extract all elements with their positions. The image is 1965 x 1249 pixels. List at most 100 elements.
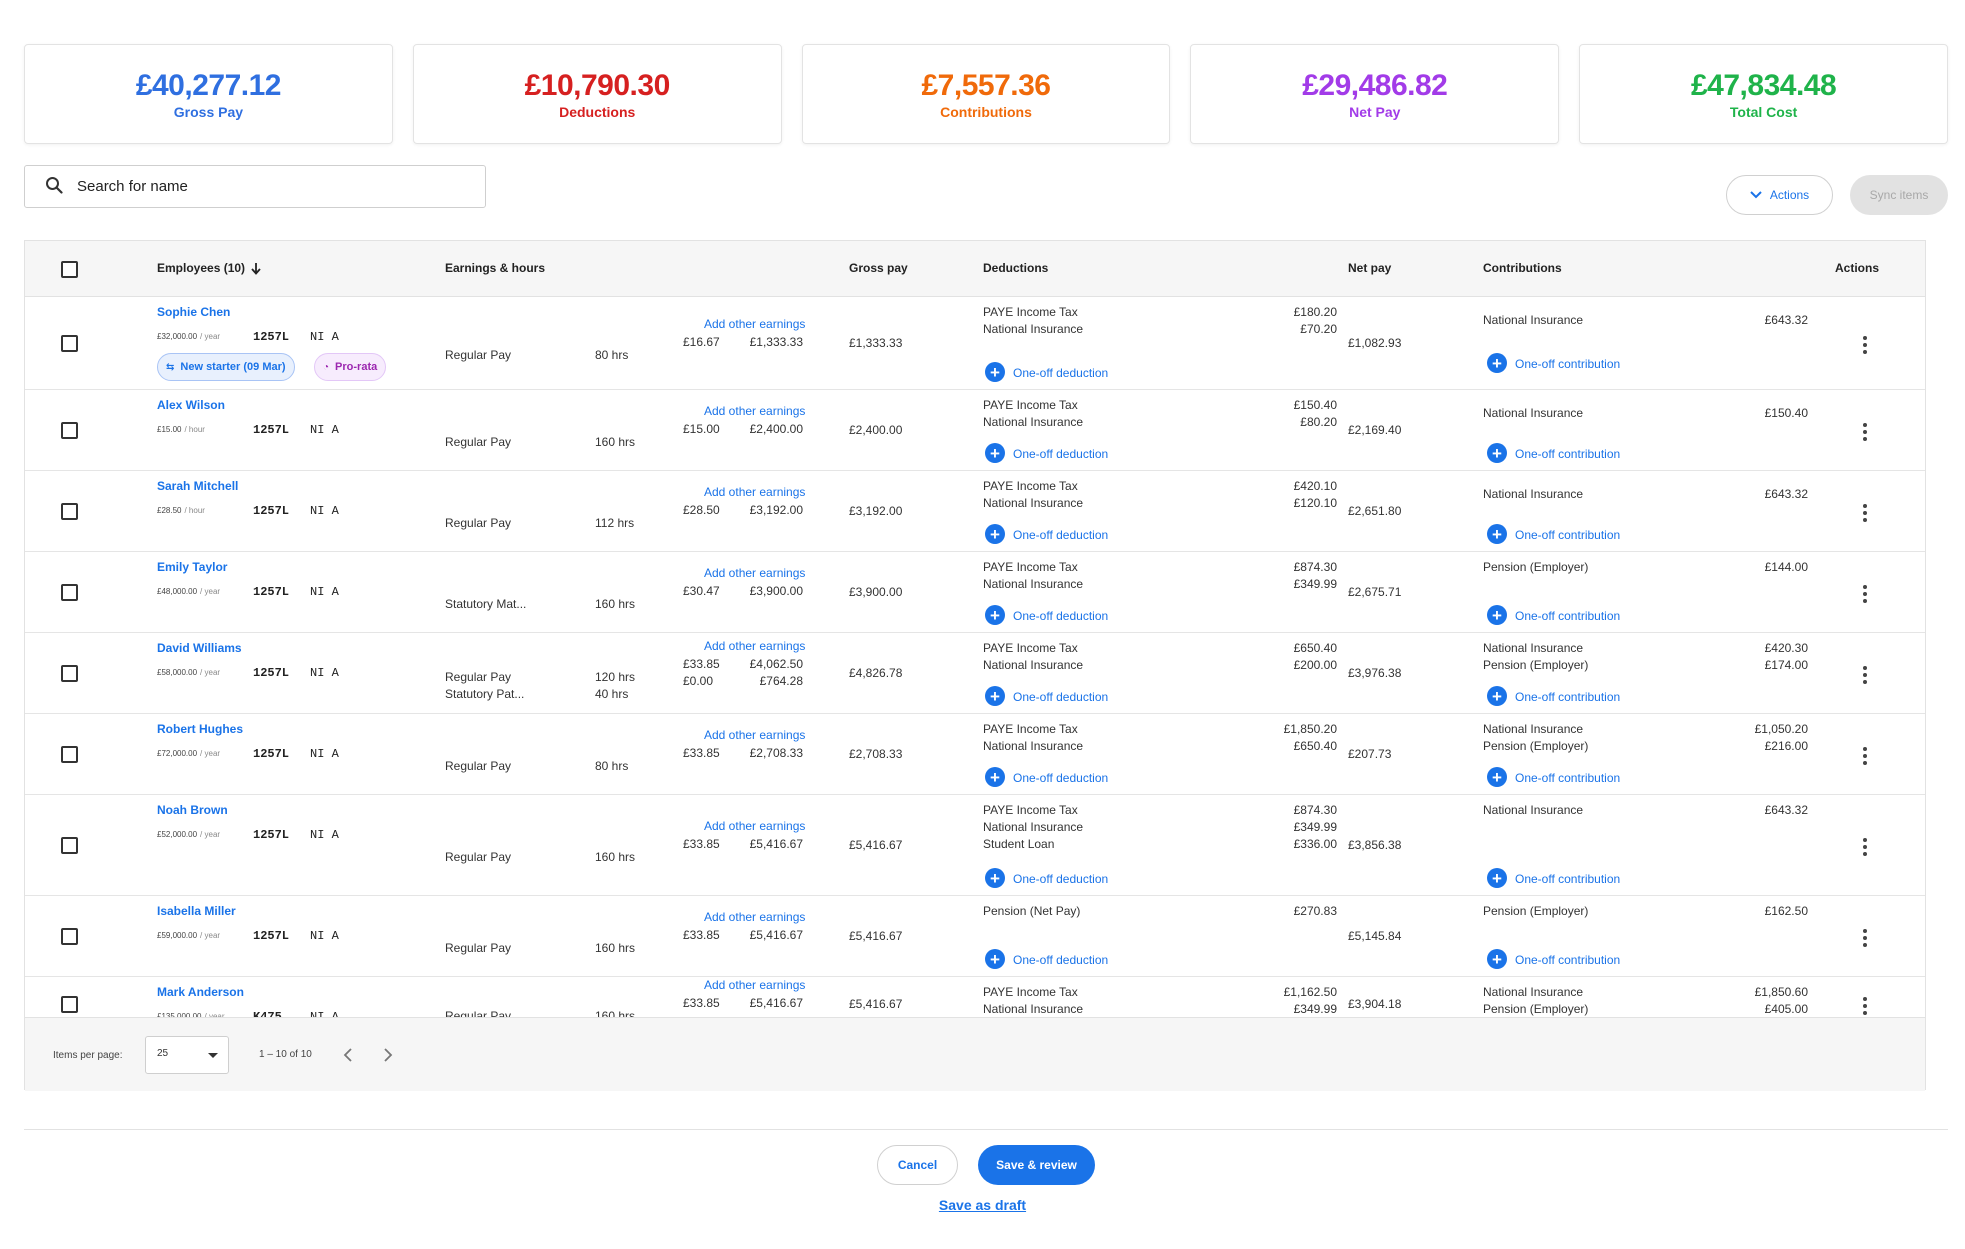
- tax-code: 1257L: [253, 929, 290, 943]
- gross-pay-value: £5,416.67: [849, 838, 903, 852]
- row-checkbox[interactable]: [61, 584, 78, 601]
- row-checkbox[interactable]: [61, 665, 78, 682]
- add-deduction-icon[interactable]: +: [985, 443, 1005, 463]
- table-row: Sarah Mitchell £28.50/ hour 1257L NI A Add o…: [25, 471, 1925, 552]
- new-starter-icon: ⇆: [166, 361, 175, 373]
- add-deduction-icon[interactable]: +: [985, 605, 1005, 625]
- one-off-contribution-link[interactable]: One-off contribution: [1515, 528, 1620, 542]
- one-off-deduction-link[interactable]: One-off deduction: [1013, 528, 1108, 542]
- search-input[interactable]: [77, 178, 457, 195]
- add-deduction-icon[interactable]: +: [985, 524, 1005, 544]
- one-off-deduction-link[interactable]: One-off deduction: [1013, 872, 1108, 886]
- contribution-name: National Insurance: [1483, 985, 1584, 999]
- add-other-earnings-link[interactable]: Add other earnings: [704, 910, 805, 924]
- employee-name-link[interactable]: Emily Taylor: [157, 560, 227, 574]
- add-other-earnings-link[interactable]: Add other earnings: [704, 317, 805, 331]
- add-contribution-icon[interactable]: +: [1487, 353, 1507, 373]
- add-contribution-icon[interactable]: +: [1487, 767, 1507, 787]
- row-more-options-icon[interactable]: [1863, 666, 1867, 684]
- row-more-options-icon[interactable]: [1863, 838, 1867, 856]
- row-more-options-icon[interactable]: [1863, 336, 1867, 354]
- add-other-earnings-link[interactable]: Add other earnings: [704, 639, 805, 653]
- one-off-deduction-link[interactable]: One-off deduction: [1013, 609, 1108, 623]
- one-off-contribution-link[interactable]: One-off contribution: [1515, 771, 1620, 785]
- contribution-name: National Insurance: [1483, 487, 1584, 501]
- gross-pay-card: £40,277.12 Gross Pay: [24, 44, 393, 144]
- earnings-hours: 160 hrs: [595, 850, 636, 864]
- one-off-contribution-link[interactable]: One-off contribution: [1515, 609, 1620, 623]
- one-off-contribution-link[interactable]: One-off contribution: [1515, 872, 1620, 886]
- tax-code: 1257L: [253, 423, 290, 437]
- add-contribution-icon[interactable]: +: [1487, 605, 1507, 625]
- row-more-options-icon[interactable]: [1863, 585, 1867, 603]
- add-contribution-icon[interactable]: +: [1487, 524, 1507, 544]
- add-contribution-icon[interactable]: +: [1487, 868, 1507, 888]
- search-box[interactable]: [24, 165, 486, 208]
- add-contribution-icon[interactable]: +: [1487, 949, 1507, 969]
- row-checkbox[interactable]: [61, 503, 78, 520]
- add-contribution-icon[interactable]: +: [1487, 443, 1507, 463]
- employee-name-link[interactable]: David Williams: [157, 641, 242, 655]
- add-deduction-icon[interactable]: +: [985, 767, 1005, 787]
- items-per-page-select[interactable]: 25: [145, 1036, 229, 1074]
- tax-code: 1257L: [253, 330, 290, 344]
- add-other-earnings-link[interactable]: Add other earnings: [704, 819, 805, 833]
- add-other-earnings-link[interactable]: Add other earnings: [704, 404, 805, 418]
- row-checkbox[interactable]: [61, 335, 78, 352]
- gross-pay-amount: £40,277.12: [135, 68, 282, 102]
- save-review-button[interactable]: Save & review: [978, 1145, 1095, 1185]
- save-as-draft-link[interactable]: Save as draft: [0, 1197, 1965, 1213]
- deduction-name: Pension (Net Pay): [983, 904, 1081, 918]
- employees-column-header[interactable]: Employees (10): [157, 261, 261, 275]
- cancel-button[interactable]: Cancel: [877, 1145, 958, 1185]
- add-contribution-icon[interactable]: +: [1487, 686, 1507, 706]
- one-off-contribution-link[interactable]: One-off contribution: [1515, 447, 1620, 461]
- net-pay-column-header: Net pay: [1348, 261, 1392, 275]
- add-other-earnings-link[interactable]: Add other earnings: [704, 566, 805, 580]
- row-checkbox[interactable]: [61, 928, 78, 945]
- one-off-contribution-link[interactable]: One-off contribution: [1515, 357, 1620, 371]
- employee-salary: £72,000.00/ year: [157, 749, 220, 758]
- row-more-options-icon[interactable]: [1863, 504, 1867, 522]
- employee-name-link[interactable]: Robert Hughes: [157, 722, 243, 736]
- row-checkbox[interactable]: [61, 422, 78, 439]
- employee-name-link[interactable]: Alex Wilson: [157, 398, 225, 412]
- one-off-deduction-link[interactable]: One-off deduction: [1013, 366, 1108, 380]
- deduction-amount: £336.00: [1293, 837, 1337, 851]
- row-more-options-icon[interactable]: [1863, 929, 1867, 947]
- row-checkbox[interactable]: [61, 837, 78, 854]
- employee-name-link[interactable]: Sarah Mitchell: [157, 479, 238, 493]
- ni-category: NI A: [310, 747, 339, 761]
- one-off-deduction-link[interactable]: One-off deduction: [1013, 447, 1108, 461]
- row-checkbox[interactable]: [61, 746, 78, 763]
- one-off-deduction-link[interactable]: One-off deduction: [1013, 771, 1108, 785]
- next-page-icon[interactable]: [383, 1048, 393, 1062]
- row-more-options-icon[interactable]: [1863, 423, 1867, 441]
- row-checkbox[interactable]: [61, 996, 78, 1013]
- row-more-options-icon[interactable]: [1863, 747, 1867, 765]
- add-deduction-icon[interactable]: +: [985, 949, 1005, 969]
- add-deduction-icon[interactable]: +: [985, 868, 1005, 888]
- one-off-contribution-link[interactable]: One-off contribution: [1515, 690, 1620, 704]
- one-off-contribution-link[interactable]: One-off contribution: [1515, 953, 1620, 967]
- earnings-amount: £764.28: [759, 674, 803, 688]
- row-more-options-icon[interactable]: [1863, 997, 1867, 1015]
- previous-page-icon[interactable]: [343, 1048, 353, 1062]
- contribution-amount: £405.00: [1764, 1002, 1808, 1016]
- employee-name-link[interactable]: Mark Anderson: [157, 985, 244, 999]
- one-off-deduction-link[interactable]: One-off deduction: [1013, 953, 1108, 967]
- add-deduction-icon[interactable]: +: [985, 686, 1005, 706]
- employee-name-link[interactable]: Sophie Chen: [157, 305, 230, 319]
- add-other-earnings-link[interactable]: Add other earnings: [704, 978, 805, 992]
- employee-name-link[interactable]: Isabella Miller: [157, 904, 236, 918]
- add-deduction-icon[interactable]: +: [985, 362, 1005, 382]
- add-other-earnings-link[interactable]: Add other earnings: [704, 485, 805, 499]
- sync-items-button[interactable]: Sync items: [1850, 175, 1948, 215]
- deduction-amount: £650.40: [1293, 739, 1337, 753]
- actions-button[interactable]: Actions: [1726, 175, 1833, 215]
- employee-name-link[interactable]: Noah Brown: [157, 803, 228, 817]
- select-all-checkbox[interactable]: [61, 261, 78, 278]
- net-pay-value: £3,976.38: [1348, 666, 1402, 680]
- add-other-earnings-link[interactable]: Add other earnings: [704, 728, 805, 742]
- one-off-deduction-link[interactable]: One-off deduction: [1013, 690, 1108, 704]
